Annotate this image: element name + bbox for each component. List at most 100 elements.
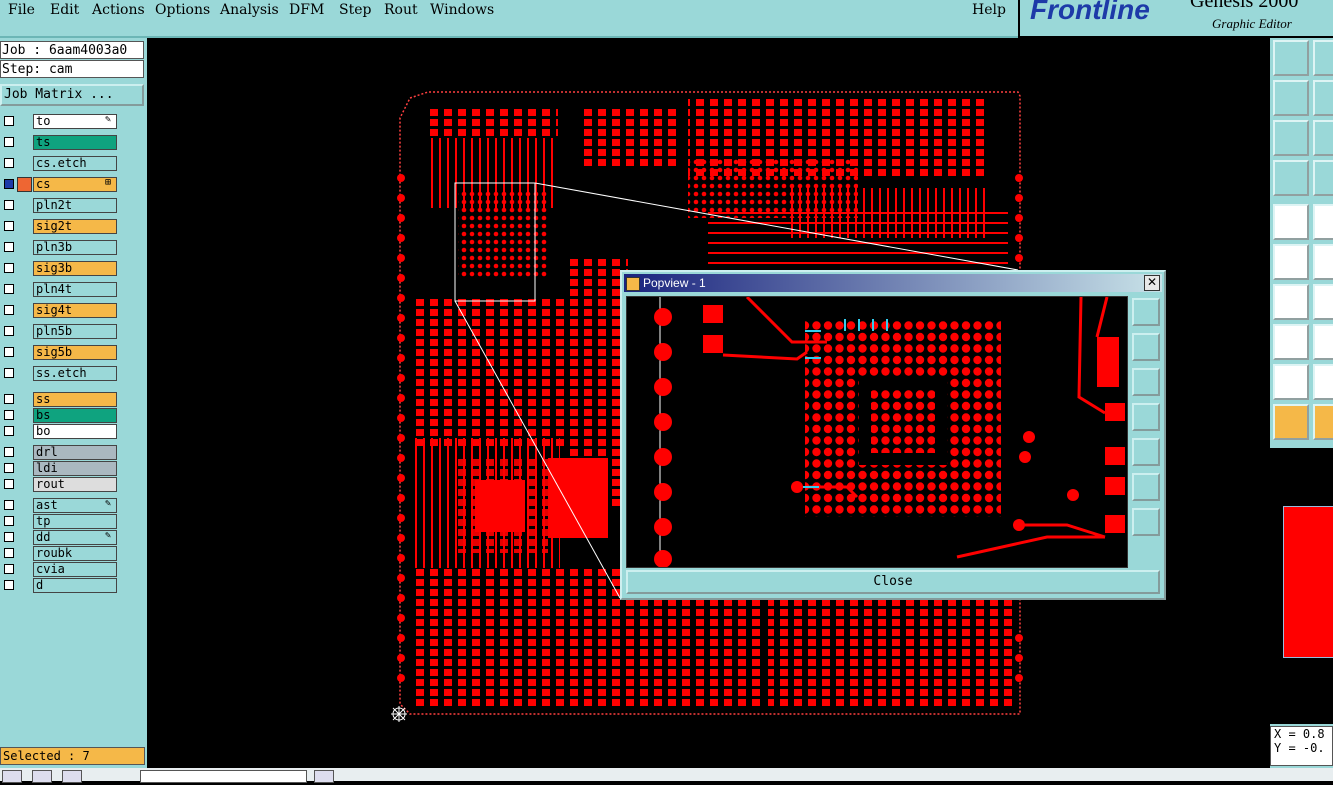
pan-down-icon[interactable] — [1132, 368, 1160, 396]
layer-name[interactable]: sig4t — [33, 303, 117, 318]
pan-up-icon[interactable] — [1132, 333, 1160, 361]
connect-icon[interactable] — [1273, 244, 1309, 280]
cross-icon[interactable] — [1313, 244, 1333, 280]
close-button[interactable]: Close — [626, 570, 1160, 594]
window-menu-icon[interactable] — [626, 276, 640, 291]
layer-checkbox[interactable] — [4, 426, 14, 436]
layer-checkbox[interactable] — [4, 137, 14, 147]
taskbar-button[interactable] — [62, 770, 82, 783]
minus-icon[interactable] — [1313, 324, 1333, 360]
layer-row-cvia[interactable]: cvia — [0, 562, 118, 577]
layer-checkbox[interactable] — [4, 284, 14, 294]
layer-checkbox[interactable] — [4, 305, 14, 315]
layer-checkbox[interactable] — [4, 158, 14, 168]
layer-row-cs-etch[interactable]: cs.etch — [0, 156, 118, 171]
layer-row-cs[interactable]: cs ⊞ — [0, 177, 118, 192]
layer-name[interactable]: pln3b — [33, 240, 117, 255]
layer-checkbox[interactable] — [4, 564, 14, 574]
grid-icon[interactable] — [1313, 160, 1333, 196]
layer-checkbox[interactable] — [4, 580, 14, 590]
layer-checkbox[interactable] — [4, 479, 14, 489]
layer-checkbox[interactable] — [4, 532, 14, 542]
popview-window[interactable]: Popview - 1 ✕ Close — [620, 270, 1166, 600]
layer-row-pln2t[interactable]: pln2t — [0, 198, 118, 213]
layer-name[interactable]: ts — [33, 135, 117, 150]
layer-name[interactable]: cs.etch — [33, 156, 117, 171]
step2-icon[interactable] — [1313, 40, 1333, 76]
layer-name[interactable]: cvia — [33, 562, 117, 577]
layer-name[interactable]: pln5b — [33, 324, 117, 339]
pan-right-tool-icon[interactable] — [1313, 80, 1333, 116]
menu-actions[interactable]: Actions — [92, 2, 145, 18]
layer-name[interactable]: tp — [33, 514, 117, 529]
measure-icon[interactable] — [1273, 160, 1309, 196]
layer-row-tp[interactable]: tp — [0, 514, 118, 529]
layer-row-ast[interactable]: ast ✎ — [0, 498, 118, 513]
menu-windows[interactable]: Windows — [430, 2, 494, 18]
popview-close-icon[interactable]: ✕ — [1144, 275, 1160, 291]
zoom-area-icon[interactable] — [1313, 120, 1333, 156]
layer-checkbox[interactable] — [4, 447, 14, 457]
layer-row-ts[interactable]: ts — [0, 135, 118, 150]
step-icon[interactable] — [1273, 40, 1309, 76]
menu-options[interactable]: Options — [155, 2, 210, 18]
layer-name[interactable]: pln4t — [33, 282, 117, 297]
layer-checkbox[interactable] — [4, 347, 14, 357]
layer-checkbox[interactable] — [4, 326, 14, 336]
menu-help[interactable]: Help — [972, 2, 1006, 18]
layer-checkbox[interactable] — [4, 463, 14, 473]
layer-name[interactable]: drl — [33, 445, 117, 460]
layer-row-ss-etch[interactable]: ss.etch — [0, 366, 118, 381]
taskbar-field[interactable] — [140, 770, 307, 783]
layer-row-drl[interactable]: drl — [0, 445, 118, 460]
layer-row-pln5b[interactable]: pln5b — [0, 324, 118, 339]
pan-left-icon[interactable] — [1132, 403, 1160, 431]
layer-row-bs[interactable]: bs — [0, 408, 118, 423]
layer-name[interactable]: ss.etch — [33, 366, 117, 381]
zoom-home-icon[interactable] — [1132, 298, 1160, 326]
layer-row-bo[interactable]: bo — [0, 424, 118, 439]
layer-row-pln3b[interactable]: pln3b — [0, 240, 118, 255]
menu-file[interactable]: File — [8, 2, 35, 18]
layer-checkbox[interactable] — [4, 410, 14, 420]
layer-name[interactable]: bs — [33, 408, 117, 423]
arc-icon[interactable] — [1273, 284, 1309, 320]
layer-checkbox[interactable] — [4, 263, 14, 273]
surface-icon[interactable] — [1273, 324, 1309, 360]
menu-rout[interactable]: Rout — [384, 2, 418, 18]
taskbar-button[interactable] — [314, 770, 334, 783]
layer-row-rout[interactable]: rout — [0, 477, 118, 492]
layer-row-sig5b[interactable]: sig5b — [0, 345, 118, 360]
layer-name[interactable]: pln2t — [33, 198, 117, 213]
select-arrow-icon[interactable] — [1273, 404, 1309, 440]
layer-checkbox[interactable] — [4, 221, 14, 231]
layer-checkbox[interactable] — [4, 242, 14, 252]
layer-row-pln4t[interactable]: pln4t — [0, 282, 118, 297]
layer-checkbox[interactable] — [4, 394, 14, 404]
layer-checkbox[interactable] — [4, 516, 14, 526]
layer-checkbox[interactable] — [4, 368, 14, 378]
pan-right-icon[interactable] — [1132, 438, 1160, 466]
pan-left-tool-icon[interactable] — [1273, 80, 1309, 116]
line-icon[interactable] — [1313, 204, 1333, 240]
layer-row-sig2t[interactable]: sig2t — [0, 219, 118, 234]
menu-step[interactable]: Step — [339, 2, 371, 18]
minimap[interactable] — [1270, 448, 1333, 724]
layer-name[interactable]: d — [33, 578, 117, 593]
layer-checkbox[interactable] — [4, 116, 14, 126]
menu-edit[interactable]: Edit — [50, 2, 79, 18]
layer-name[interactable]: ldi — [33, 461, 117, 476]
popview-titlebar[interactable]: Popview - 1 ✕ — [624, 274, 1162, 292]
layer-row-sig3b[interactable]: sig3b — [0, 261, 118, 276]
layer-name[interactable]: sig5b — [33, 345, 117, 360]
layer-row-to[interactable]: to ✎ — [0, 114, 118, 129]
layer-row-d[interactable]: d — [0, 578, 118, 593]
layer-checkbox[interactable] — [4, 200, 14, 210]
menu-dfm[interactable]: DFM — [289, 2, 324, 18]
taskbar-button[interactable] — [2, 770, 22, 783]
triangle-icon[interactable] — [1313, 364, 1333, 400]
layer-row-ss[interactable]: ss — [0, 392, 118, 407]
menu-analysis[interactable]: Analysis — [220, 2, 279, 18]
layer-row-dd[interactable]: dd ✎ — [0, 530, 118, 545]
pad-icon[interactable] — [1273, 204, 1309, 240]
